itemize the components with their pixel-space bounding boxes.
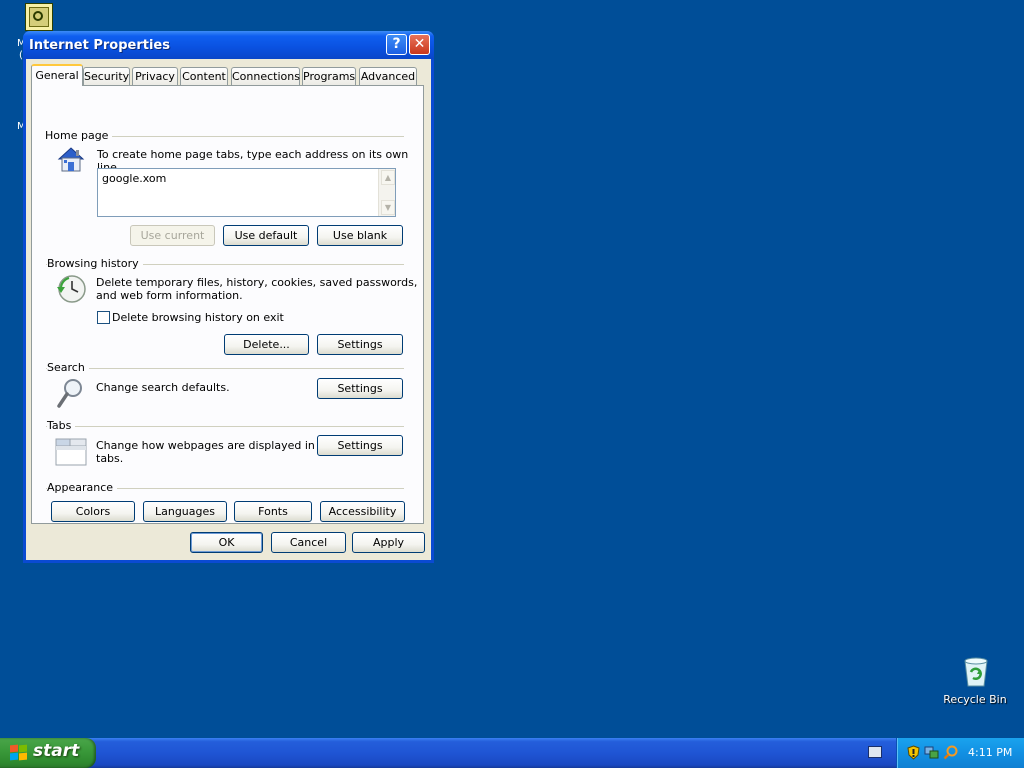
use-current-button[interactable]: Use current (130, 225, 215, 246)
delete-on-exit-checkbox[interactable] (97, 311, 110, 324)
security-shield-icon[interactable] (906, 745, 921, 760)
tabs-group-title: Tabs (47, 419, 76, 432)
languages-button[interactable]: Languages (143, 501, 227, 522)
use-blank-button[interactable]: Use blank (317, 225, 403, 246)
history-clock-icon (54, 273, 88, 305)
appearance-group-title: Appearance (47, 481, 118, 494)
fonts-button[interactable]: Fonts (234, 501, 312, 522)
tab-general[interactable]: General (31, 64, 83, 86)
tab-connections[interactable]: Connections (231, 67, 300, 85)
taskbar: start 4:11 PM (0, 738, 1024, 768)
use-default-button[interactable]: Use default (223, 225, 309, 246)
search-description: Change search defaults. (96, 381, 230, 394)
desktop-shortcut-icon[interactable] (25, 3, 53, 31)
windows-flag-icon (10, 744, 28, 761)
history-settings-button[interactable]: Settings (317, 334, 403, 355)
scroll-down-icon[interactable]: ▼ (381, 200, 395, 215)
tab-content[interactable]: Content (180, 67, 228, 85)
tabs-window-icon (55, 437, 87, 467)
delete-on-exit-label[interactable]: Delete browsing history on exit (112, 311, 284, 324)
home-page-value: google.xom (102, 172, 167, 185)
tab-security[interactable]: Security (83, 67, 130, 85)
tab-advanced[interactable]: Advanced (359, 67, 417, 85)
title-bar[interactable]: Internet Properties ? ✕ (23, 31, 434, 59)
network-connection-icon[interactable] (924, 745, 939, 760)
home-page-scrollbar[interactable]: ▲ ▼ (378, 169, 395, 216)
search-tray-icon[interactable] (943, 745, 958, 760)
scroll-up-icon[interactable]: ▲ (381, 170, 395, 185)
search-magnifier-icon (56, 377, 86, 409)
group-divider (46, 426, 404, 427)
system-tray: 4:11 PM (896, 738, 1024, 768)
group-divider (46, 368, 404, 369)
home-icon (55, 143, 87, 175)
help-button[interactable]: ? (386, 34, 407, 55)
home-page-group-title: Home page (45, 129, 113, 142)
internet-properties-dialog: Internet Properties ? ✕ General Security… (23, 31, 434, 563)
tab-privacy[interactable]: Privacy (132, 67, 178, 85)
keyboard-icon[interactable] (868, 746, 882, 758)
browsing-history-description-line1: Delete temporary files, history, cookies… (96, 276, 418, 289)
home-page-textarea[interactable]: google.xom ▲ ▼ (97, 168, 396, 217)
browsing-history-group-title: Browsing history (47, 257, 143, 270)
delete-history-button[interactable]: Delete... (224, 334, 309, 355)
search-group-title: Search (47, 361, 89, 374)
colors-button[interactable]: Colors (51, 501, 135, 522)
cancel-button[interactable]: Cancel (271, 532, 346, 553)
clock[interactable]: 4:11 PM (968, 746, 1012, 759)
close-button[interactable]: ✕ (409, 34, 430, 55)
dialog-client-area: General Security Privacy Content Connect… (26, 59, 431, 560)
recycle-bin-icon (962, 657, 988, 687)
browsing-history-description-line2: and web form information. (96, 289, 243, 302)
apply-button[interactable]: Apply (352, 532, 425, 553)
accessibility-button[interactable]: Accessibility (320, 501, 405, 522)
search-settings-button[interactable]: Settings (317, 378, 403, 399)
recycle-bin[interactable]: Recycle Bin (930, 655, 1020, 715)
tab-programs[interactable]: Programs (302, 67, 356, 85)
ok-button[interactable]: OK (190, 532, 263, 553)
recycle-bin-label: Recycle Bin (943, 693, 1007, 706)
tabs-description-line2: tabs. (96, 452, 124, 465)
start-button[interactable]: start (0, 738, 96, 768)
tabs-description-line1: Change how webpages are displayed in (96, 439, 315, 452)
tabs-settings-button[interactable]: Settings (317, 435, 403, 456)
start-label: start (33, 741, 80, 761)
dialog-title: Internet Properties (29, 38, 170, 53)
